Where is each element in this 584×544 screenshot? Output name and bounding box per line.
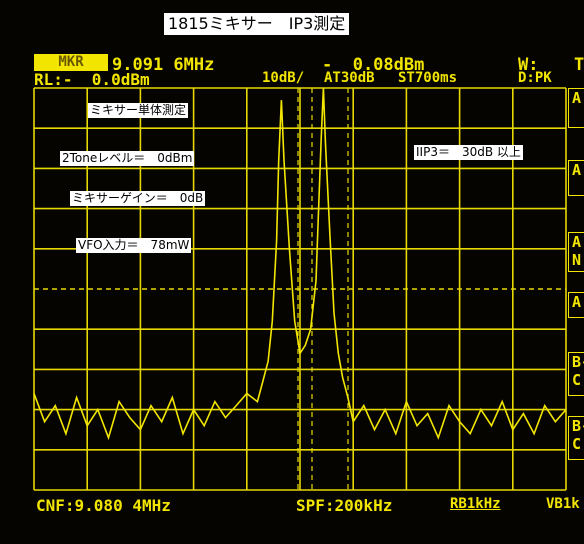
spectrum-display xyxy=(33,87,567,491)
softkey-6[interactable]: B-C xyxy=(568,416,584,460)
softkey-4[interactable]: A xyxy=(568,292,584,318)
resolution-bandwidth: RB1kHz xyxy=(450,496,501,512)
softkey-5[interactable]: B-C xyxy=(568,352,584,396)
note-vfo-input: VFO入力＝ 78mW xyxy=(76,238,192,253)
note-iip3: IIP3＝ 30dB 以上 xyxy=(414,145,523,160)
analyzer-screen: 1815ミキサー IP3測定 MKR 9.091 6MHz - 0.08dBm … xyxy=(0,0,584,544)
center-frequency: CNF:9.080 4MHz xyxy=(36,496,171,515)
note-mixer-alone: ミキサー単体測定 xyxy=(88,103,189,118)
note-mixer-gain: ミキサーゲイン＝ 0dB xyxy=(70,191,206,206)
softkey-1[interactable]: A xyxy=(568,88,584,128)
softkey-3[interactable]: AN xyxy=(568,232,584,272)
softkey-2[interactable]: A xyxy=(568,160,584,196)
video-bandwidth: VB1k xyxy=(546,496,580,512)
note-two-tone-level: 2Toneレベル＝ 0dBm xyxy=(60,151,195,166)
frequency-span: SPF:200kHz xyxy=(296,496,393,515)
